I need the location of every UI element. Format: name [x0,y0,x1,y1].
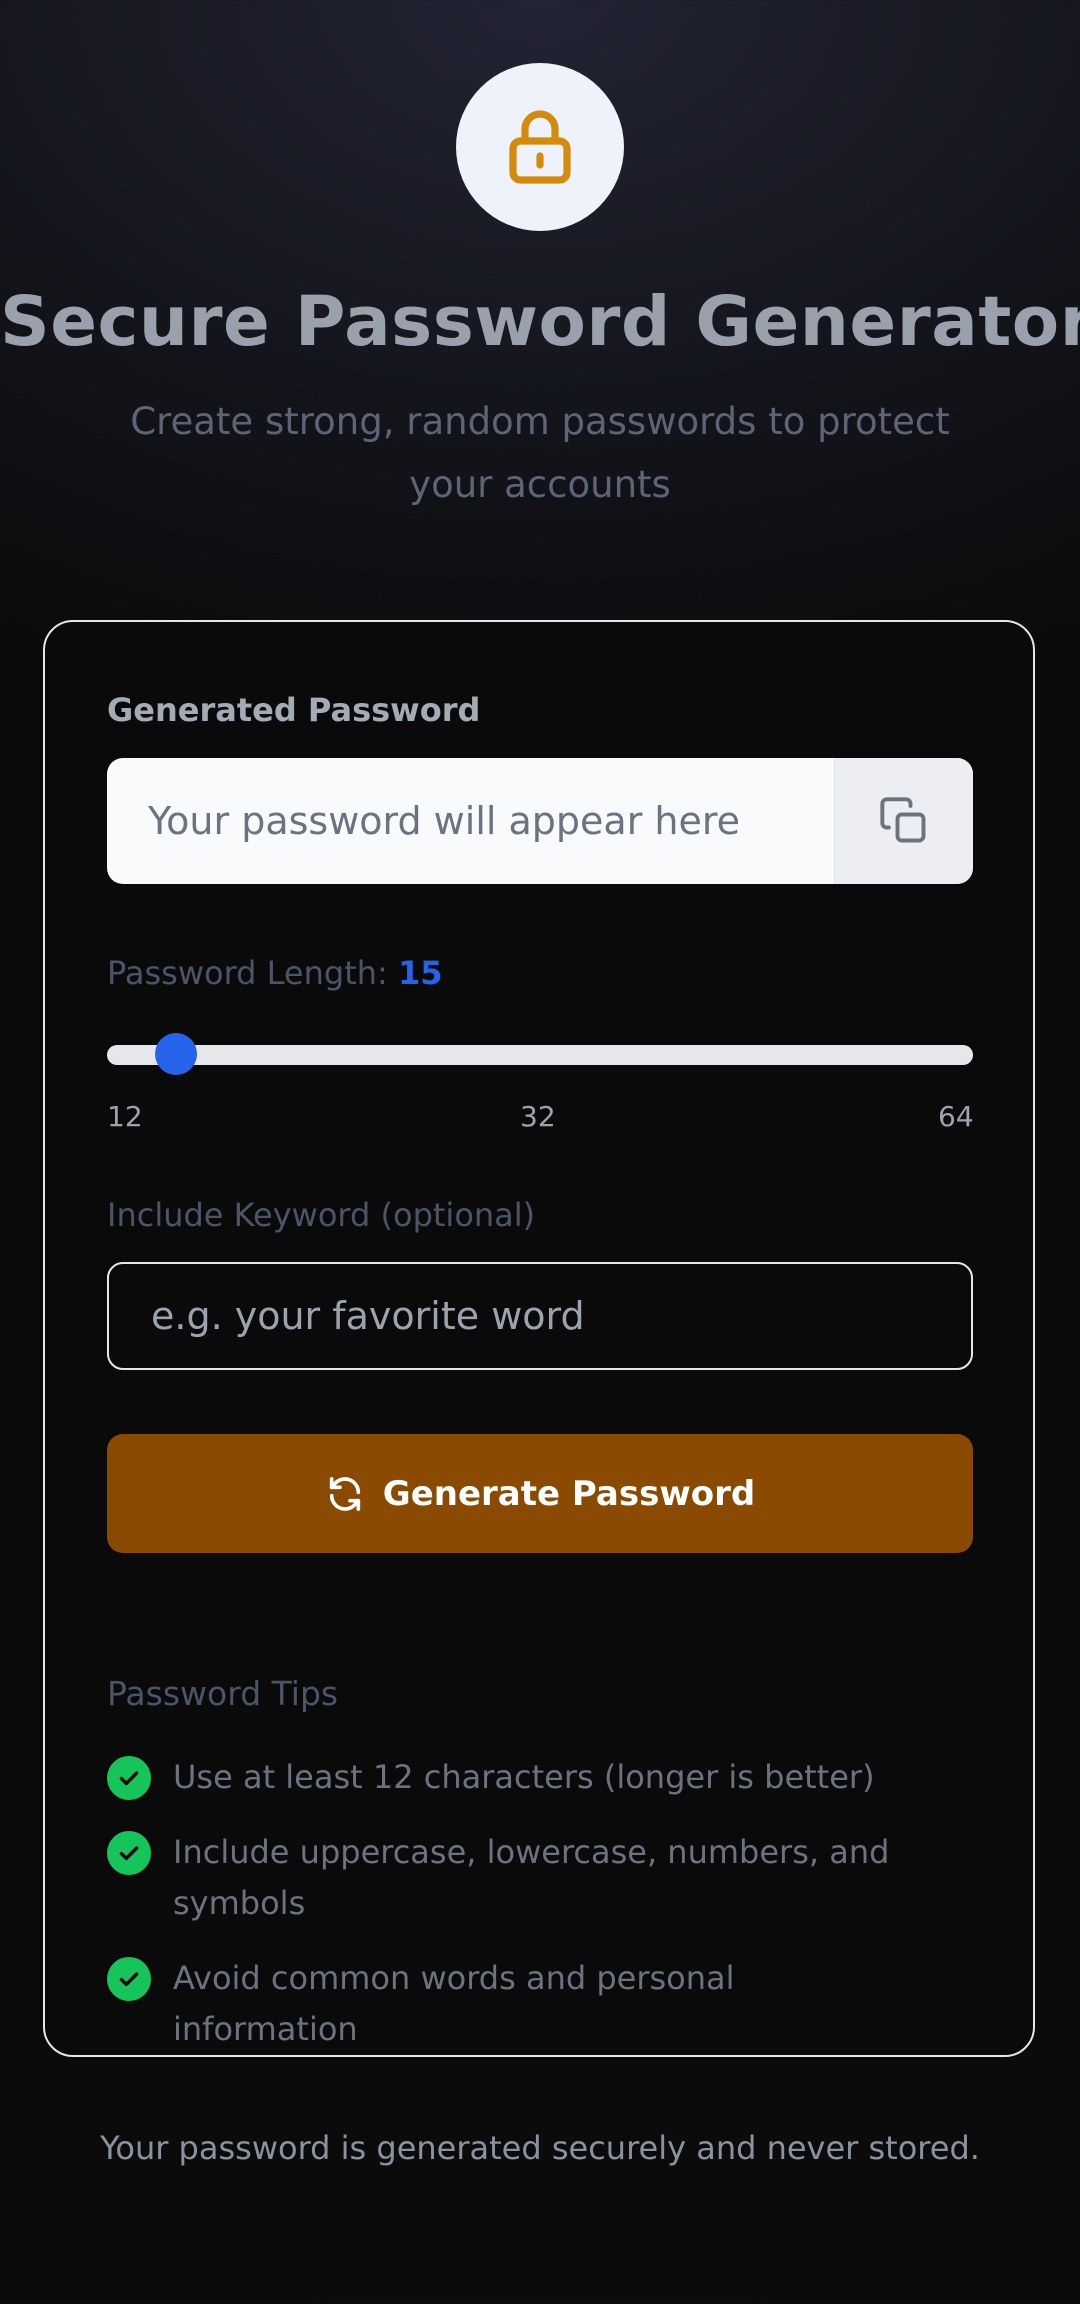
password-tips-title: Password Tips [107,1674,339,1713]
tip-item: Use at least 12 characters (longer is be… [107,1752,973,1803]
tip-text: Include uppercase, lowercase, numbers, a… [173,1833,890,1922]
copy-button[interactable] [834,758,973,884]
page-subtitle: Create strong, random passwords to prote… [130,400,950,506]
generate-password-label: Generate Password [382,1473,756,1514]
password-length-text: Password Length: [107,954,388,992]
check-circle-icon [107,1756,151,1800]
footer-note: Your password is generated securely and … [100,2129,980,2167]
length-tick-max: 64 [938,1100,974,1133]
length-tick-mid: 32 [520,1100,556,1133]
tip-item: Avoid common words and personal informat… [107,1953,973,2055]
generate-password-button[interactable]: Generate Password [107,1434,973,1553]
password-length-label: Password Length: 15 [107,953,443,993]
check-circle-icon [107,1957,151,2001]
refresh-icon [329,1476,360,1511]
tip-text: Use at least 12 characters (longer is be… [173,1758,875,1796]
tip-text: Avoid common words and personal informat… [173,1959,735,2048]
password-output-box: Your password will appear here [107,758,973,884]
length-tick-min: 12 [107,1100,143,1133]
keyword-input[interactable] [107,1262,973,1370]
password-output[interactable]: Your password will appear here [107,758,834,884]
copy-icon [880,797,926,843]
password-length-value: 15 [397,954,443,992]
length-slider-track[interactable] [107,1045,973,1065]
lock-icon [509,110,571,184]
length-slider-thumb[interactable] [155,1033,197,1075]
page-title: Secure Password Generator [0,282,1080,362]
lock-badge [456,63,624,231]
keyword-label: Include Keyword (optional) [107,1196,536,1234]
generated-password-label: Generated Password [107,691,481,729]
check-circle-icon [107,1831,151,1875]
tip-item: Include uppercase, lowercase, numbers, a… [107,1827,973,1929]
